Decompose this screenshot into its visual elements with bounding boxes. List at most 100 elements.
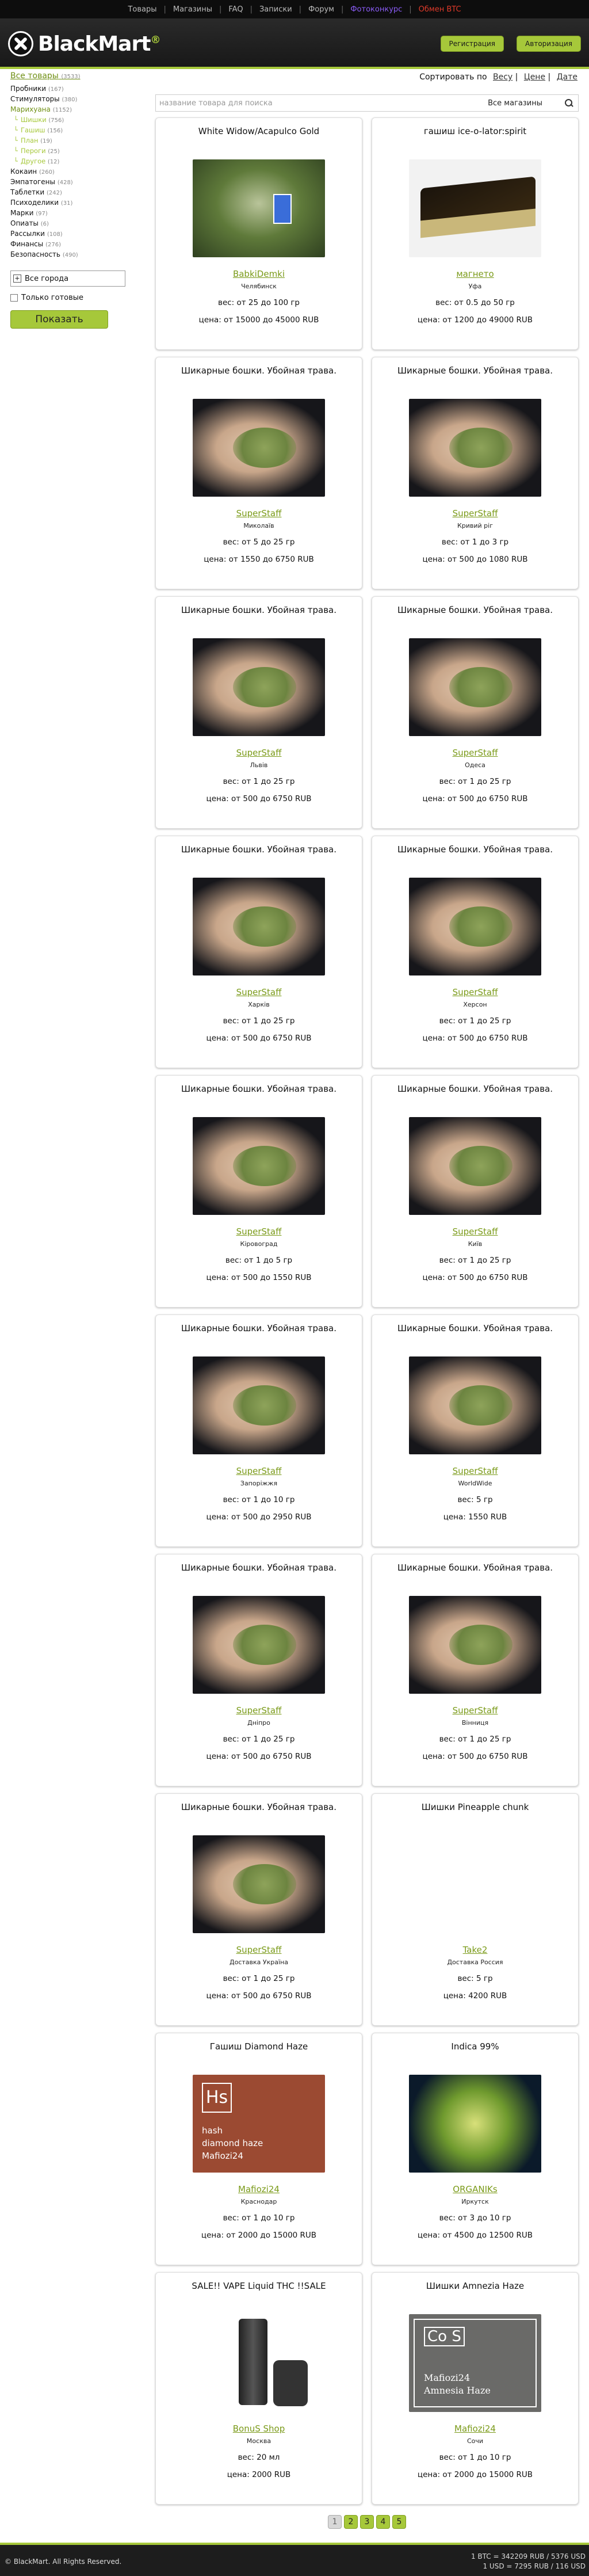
- seller-link[interactable]: SuperStaff: [372, 1226, 578, 1237]
- category-item[interactable]: Психоделики (31): [10, 198, 137, 208]
- product-title[interactable]: Шикарные бошки. Убойная трава.: [372, 605, 578, 616]
- nav-link[interactable]: Фотоконкурс: [343, 5, 409, 14]
- product-card[interactable]: Indica 99% ORGANIKs Иркутск вес: от 3 до 10…: [372, 2033, 579, 2265]
- seller-link[interactable]: BabkiDemki: [156, 269, 362, 279]
- product-title[interactable]: SALE!! VAPE Liquid THC !!SALE: [156, 2281, 362, 2292]
- product-image[interactable]: [409, 1596, 541, 1694]
- product-title[interactable]: Шикарные бошки. Убойная трава.: [372, 1323, 578, 1335]
- product-title[interactable]: Шикарные бошки. Убойная трава.: [372, 1084, 578, 1095]
- seller-link[interactable]: SuperStaff: [372, 1466, 578, 1476]
- product-image[interactable]: [409, 1356, 541, 1454]
- category-item[interactable]: Рассылки (108): [10, 229, 137, 239]
- city-select[interactable]: + Все города: [10, 270, 125, 287]
- product-card[interactable]: Шикарные бошки. Убойная трава. SuperStaff…: [372, 1314, 579, 1547]
- category-item[interactable]: Марки (97): [10, 208, 137, 219]
- product-title[interactable]: Шишки Amnezia Haze: [372, 2281, 578, 2292]
- product-image[interactable]: Hs hash diamond haze Mafiozi24: [193, 2075, 325, 2173]
- page-button[interactable]: 2: [344, 2515, 358, 2529]
- sort-by-weight[interactable]: Весу: [493, 73, 512, 82]
- product-image[interactable]: [409, 2075, 541, 2173]
- product-image[interactable]: [409, 1835, 541, 1933]
- product-image[interactable]: Co S Mafiozi24 Amnesia Haze: [409, 2314, 541, 2412]
- seller-link[interactable]: SuperStaff: [156, 987, 362, 997]
- category-item[interactable]: Эмпатогены (428): [10, 177, 137, 188]
- product-title[interactable]: Шикарные бошки. Убойная трава.: [156, 1563, 362, 1574]
- seller-link[interactable]: SuperStaff: [156, 508, 362, 519]
- search-input[interactable]: название товара для поиска Все магазины: [155, 94, 579, 222]
- category-item[interactable]: Стимуляторы (380): [10, 94, 137, 105]
- product-image[interactable]: [193, 159, 325, 257]
- seller-link[interactable]: Mafiozi24: [156, 2184, 362, 2194]
- seller-link[interactable]: BonuS Shop: [156, 2423, 362, 2434]
- seller-link[interactable]: Take2: [372, 1945, 578, 1955]
- product-card[interactable]: Шикарные бошки. Убойная трава. SuperStaff…: [155, 357, 362, 589]
- category-item[interactable]: Финансы (276): [10, 239, 137, 250]
- seller-link[interactable]: SuperStaff: [156, 1226, 362, 1237]
- product-title[interactable]: Шикарные бошки. Убойная трава.: [156, 365, 362, 377]
- product-card[interactable]: гашиш ice-o-lator:spirit магнето Уфа вес: о…: [372, 117, 579, 350]
- login-button[interactable]: Авторизация: [517, 36, 581, 52]
- product-image[interactable]: [193, 878, 325, 975]
- nav-link[interactable]: FAQ: [221, 5, 250, 14]
- category-item[interactable]: Таблетки (242): [10, 188, 137, 198]
- product-title[interactable]: White Widow/Acapulco Gold: [156, 126, 362, 138]
- product-title[interactable]: Шикарные бошки. Убойная трава.: [156, 605, 362, 616]
- seller-link[interactable]: SuperStaff: [156, 1466, 362, 1476]
- category-item[interactable]: Пероги (25): [10, 146, 137, 157]
- sort-by-price[interactable]: Цене: [524, 73, 545, 82]
- seller-link[interactable]: SuperStaff: [372, 987, 578, 997]
- product-card[interactable]: Шикарные бошки. Убойная трава. SuperStaff…: [372, 1075, 579, 1308]
- category-item[interactable]: Кокаин (260): [10, 167, 137, 177]
- seller-link[interactable]: SuperStaff: [372, 508, 578, 519]
- register-button[interactable]: Регистрация: [440, 36, 504, 52]
- product-card[interactable]: Шикарные бошки. Убойная трава. SuperStaff…: [155, 1314, 362, 1547]
- product-image[interactable]: [409, 399, 541, 497]
- product-image[interactable]: [409, 878, 541, 975]
- product-card[interactable]: Шикарные бошки. Убойная трава. SuperStaff…: [372, 836, 579, 1068]
- seller-link[interactable]: SuperStaff: [156, 1705, 362, 1716]
- category-item[interactable]: Шишки (756): [10, 115, 137, 125]
- site-logo[interactable]: BlackMart®: [8, 31, 160, 56]
- product-image[interactable]: [193, 1596, 325, 1694]
- seller-link[interactable]: SuperStaff: [372, 748, 578, 758]
- page-button[interactable]: 1: [328, 2515, 342, 2529]
- category-item[interactable]: Опиаты (6): [10, 219, 137, 229]
- product-image[interactable]: [409, 1117, 541, 1215]
- product-card[interactable]: Шишки Pineapple chunk Take2 Доставка Росси…: [372, 1793, 579, 2026]
- category-item[interactable]: Гашиш (156): [10, 125, 137, 136]
- product-title[interactable]: Шикарные бошки. Убойная трава.: [372, 844, 578, 856]
- product-title[interactable]: Шикарные бошки. Убойная трава.: [372, 365, 578, 377]
- product-card[interactable]: Шишки Amnezia Haze Co S Mafiozi24 Amnesia H…: [372, 2272, 579, 2505]
- sort-by-date[interactable]: Дате: [557, 73, 577, 82]
- product-card[interactable]: Шикарные бошки. Убойная трава. SuperStaff…: [155, 836, 362, 1068]
- product-card[interactable]: SALE!! VAPE Liquid THC !!SALE BonuS Shop М…: [155, 2272, 362, 2505]
- nav-link[interactable]: Товары: [121, 5, 163, 14]
- product-image[interactable]: [193, 399, 325, 497]
- seller-link[interactable]: ORGANIKs: [372, 2184, 578, 2194]
- page-button[interactable]: 5: [392, 2515, 406, 2529]
- product-image[interactable]: [409, 159, 541, 257]
- product-title[interactable]: Indica 99%: [372, 2041, 578, 2053]
- product-title[interactable]: Шикарные бошки. Убойная трава.: [156, 1323, 362, 1335]
- nav-link[interactable]: Записки: [253, 5, 299, 14]
- product-card[interactable]: Шикарные бошки. Убойная трава. SuperStaff…: [155, 596, 362, 829]
- product-card[interactable]: Шикарные бошки. Убойная трава. SuperStaff…: [155, 1075, 362, 1308]
- seller-link[interactable]: SuperStaff: [156, 1945, 362, 1955]
- product-image[interactable]: [193, 1117, 325, 1215]
- product-title[interactable]: Шишки Pineapple chunk: [372, 1802, 578, 1813]
- category-item[interactable]: План (19): [10, 136, 137, 146]
- product-card[interactable]: Шикарные бошки. Убойная трава. SuperStaff…: [155, 1554, 362, 1786]
- product-title[interactable]: Шикарные бошки. Убойная трава.: [372, 1563, 578, 1574]
- product-card[interactable]: White Widow/Acapulco Gold BabkiDemki Челяб…: [155, 117, 362, 350]
- product-card[interactable]: Шикарные бошки. Убойная трава. SuperStaff…: [372, 1554, 579, 1786]
- product-card[interactable]: Гашиш Diamond Haze Hs hash diamond haze Mafi…: [155, 2033, 362, 2265]
- nav-link[interactable]: Обмен BTC: [412, 5, 468, 14]
- product-title[interactable]: Шикарные бошки. Убойная трава.: [156, 1802, 362, 1813]
- product-image[interactable]: [193, 1356, 325, 1454]
- show-button[interactable]: Показать: [10, 310, 108, 329]
- seller-link[interactable]: SuperStaff: [372, 1705, 578, 1716]
- category-item[interactable]: Другое (12): [10, 157, 137, 167]
- product-image[interactable]: [193, 2314, 325, 2412]
- product-title[interactable]: Шикарные бошки. Убойная трава.: [156, 1084, 362, 1095]
- product-image[interactable]: [193, 638, 325, 736]
